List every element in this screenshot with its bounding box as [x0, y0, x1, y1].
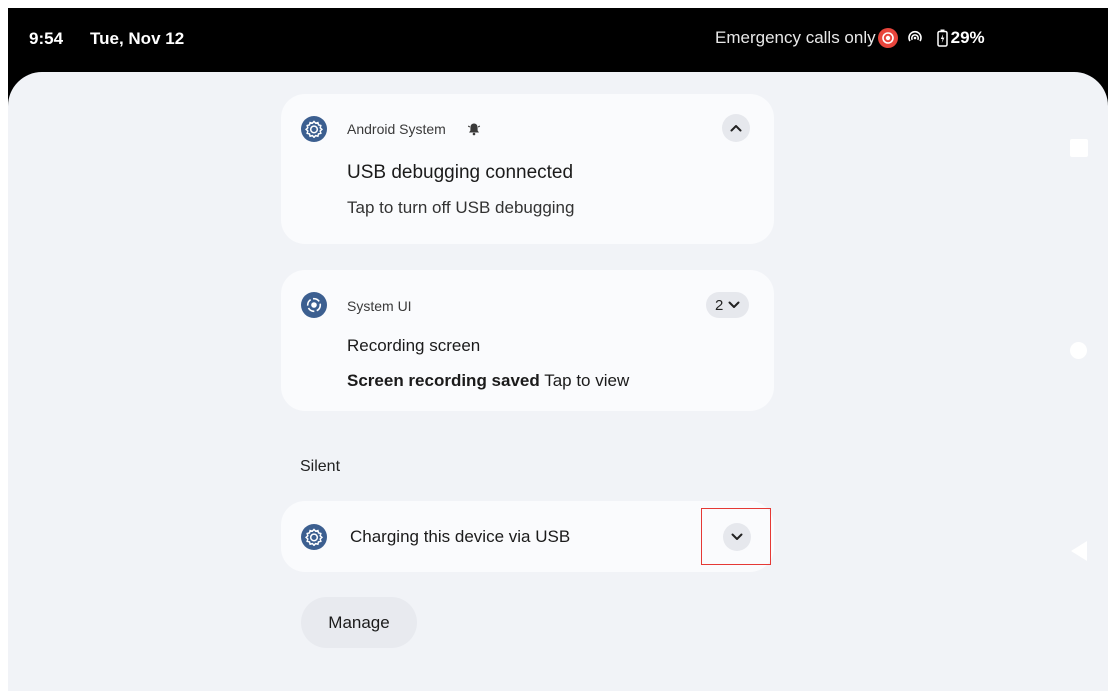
group-count-button[interactable]: 2	[706, 292, 750, 318]
highlight-box	[701, 508, 771, 565]
notification-text: Tap to turn off USB debugging	[347, 198, 575, 217]
status-right-group: Emergency calls only 29%	[715, 26, 985, 50]
hotspot-icon	[907, 30, 923, 46]
app-name: Android System	[347, 121, 446, 137]
back-button[interactable]	[1069, 540, 1089, 567]
screen: 9:54 Tue, Nov 12 Emergency calls only 29…	[0, 0, 1108, 691]
app-name: System UI	[347, 298, 412, 314]
silent-section-label: Silent	[300, 458, 341, 475]
battery-charging-icon	[936, 29, 948, 47]
notification-title: USB debugging connected	[347, 162, 574, 183]
battery-percent: 29%	[950, 28, 985, 47]
chevron-up-icon	[729, 121, 743, 135]
notification-title: Charging this device via USB	[350, 527, 571, 546]
screen-record-icon	[301, 292, 327, 318]
bell-icon	[467, 122, 481, 141]
manage-button[interactable]: Manage	[301, 597, 417, 648]
notification-text: Screen recording saved Tap to view	[347, 371, 629, 391]
notification-text-action: Tap to view	[544, 371, 630, 390]
chevron-down-icon	[723, 298, 741, 312]
status-date: Tue, Nov 12	[90, 29, 185, 48]
screen-record-icon	[877, 28, 898, 48]
settings-gear-icon	[301, 524, 327, 550]
recents-button[interactable]	[1070, 139, 1088, 157]
notification-usb-debugging[interactable]: Android System USB debugging connected T…	[281, 94, 774, 244]
home-button[interactable]	[1070, 342, 1087, 359]
group-count: 2	[715, 296, 724, 314]
settings-gear-icon	[301, 116, 327, 142]
notification-title: Recording screen	[347, 336, 481, 355]
collapse-notification-button[interactable]	[722, 114, 750, 142]
notification-screen-recording[interactable]: System UI 2 Recording screen Screen reco…	[281, 270, 774, 411]
notification-text-bold: Screen recording saved	[347, 371, 540, 390]
network-status-text: Emergency calls only	[715, 28, 876, 47]
status-time: 9:54	[29, 29, 64, 48]
